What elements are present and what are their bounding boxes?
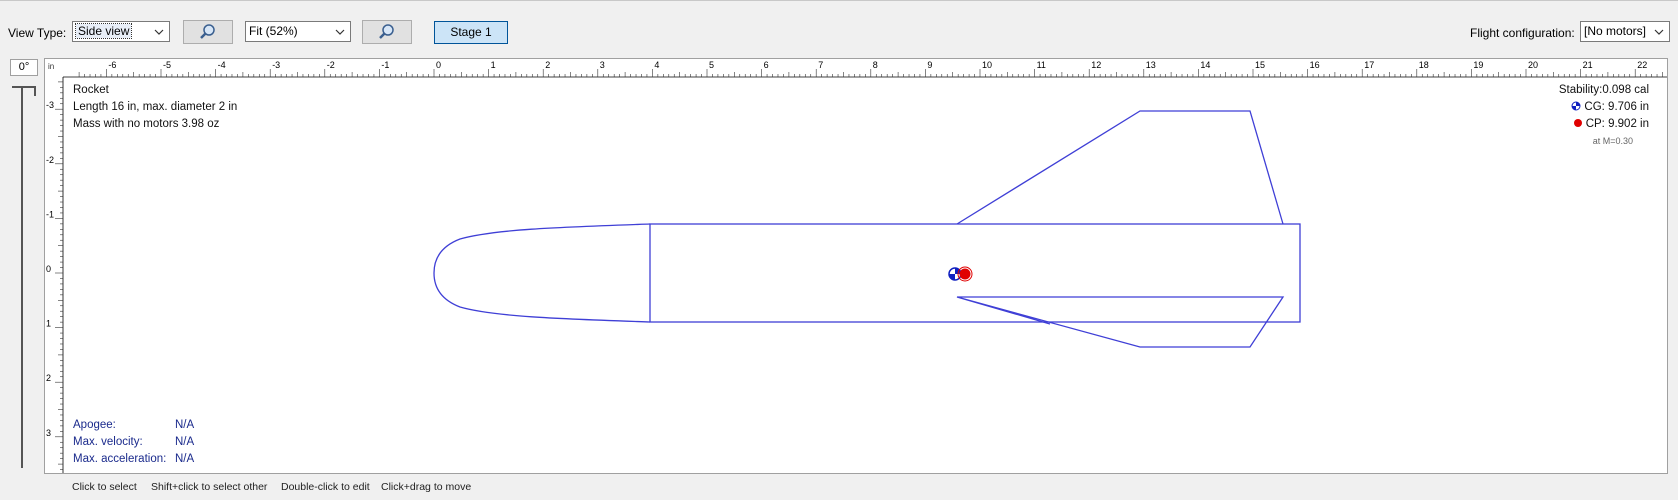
window-top-border: [0, 0, 1678, 1]
rotation-slider-thumb[interactable]: [12, 86, 36, 96]
left-ruler-label: 1: [46, 319, 51, 329]
zoom-select[interactable]: Fit (52%): [245, 21, 351, 42]
hint-click-select: Click to select: [72, 481, 137, 493]
top-ruler-label: 5: [709, 60, 714, 70]
top-ruler-label: 8: [873, 60, 878, 70]
rocket-dimensions: Length 16 in, max. diameter 2 in: [73, 101, 238, 113]
left-ruler-label: 2: [46, 373, 51, 383]
apogee-value: N/A: [175, 419, 195, 431]
top-ruler-label: 15: [1255, 60, 1265, 70]
top-ruler-label: 2: [545, 60, 550, 70]
top-ruler-label: 19: [1473, 60, 1483, 70]
max-acceleration-value: N/A: [175, 453, 195, 465]
zoom-out-button[interactable]: [183, 20, 233, 44]
top-ruler-label: -6: [108, 60, 116, 70]
top-ruler-label: 6: [764, 60, 769, 70]
cg-value: CG: 9.706 in: [1584, 101, 1649, 113]
top-ruler-label: 10: [982, 60, 992, 70]
top-ruler-label: 21: [1583, 60, 1593, 70]
rocket-name: Rocket: [73, 84, 109, 96]
max-velocity-label: Max. velocity:: [73, 436, 143, 448]
top-ruler-label: -3: [272, 60, 280, 70]
rocket-figure-panel[interactable]: in -6 -5 -4 -3 -2 -1 0 1 2 3 4 5 6 7 8 9 10 11 12 13 14 15 16 17…: [44, 58, 1668, 474]
top-ruler-label: 18: [1419, 60, 1429, 70]
ruler-unit-label: in: [48, 62, 54, 71]
top-ruler-label: -2: [327, 60, 335, 70]
left-ruler-label: 3: [46, 428, 51, 438]
cg-icon: [1571, 101, 1581, 111]
top-ruler-label: 11: [1037, 60, 1046, 70]
left-ruler-label: -2: [46, 155, 54, 165]
rotation-slider-track[interactable]: [21, 86, 23, 468]
top-ruler-label: 20: [1528, 60, 1538, 70]
cp-value: CP: 9.902 in: [1585, 118, 1649, 130]
top-ruler-label: 3: [600, 60, 605, 70]
toolbar: View Type: Side view Fit (52%) Stage 1 F…: [0, 18, 1678, 48]
hint-double-click: Double-click to edit: [281, 481, 370, 493]
apogee-label: Apogee:: [73, 419, 116, 431]
chevron-down-icon: [335, 29, 345, 35]
top-ruler-label: -4: [218, 60, 226, 70]
cg-readout: CG: 9.706 in: [1571, 101, 1649, 113]
left-ruler-label: -1: [46, 209, 54, 219]
stability-readout: Stability:0.098 cal: [1558, 84, 1649, 96]
hint-shift-click: Shift+click to select other: [151, 481, 268, 493]
rotation-angle-readout: 0°: [10, 59, 38, 76]
left-ruler-label: -3: [46, 100, 54, 110]
top-ruler-label: 1: [491, 60, 496, 70]
view-type-label: View Type:: [8, 26, 67, 40]
top-ruler-label: 14: [1200, 60, 1210, 70]
top-ruler-label: 22: [1637, 60, 1647, 70]
hint-click-drag: Click+drag to move: [381, 481, 472, 493]
cp-icon: [1573, 119, 1582, 127]
top-ruler-label: -1: [381, 60, 389, 70]
view-type-select[interactable]: Side view: [72, 21, 170, 42]
top-ruler-label: 9: [927, 60, 932, 70]
chevron-down-icon: [154, 29, 164, 35]
stage-1-button[interactable]: Stage 1: [434, 21, 508, 44]
nose-cone[interactable]: [433, 223, 651, 323]
top-ruler-label: 0: [436, 60, 441, 70]
max-velocity-value: N/A: [175, 436, 195, 448]
fin-top[interactable]: [956, 110, 1284, 225]
cp-readout: CP: 9.902 in: [1573, 118, 1649, 130]
mach-note: at M=0.30: [1592, 136, 1633, 146]
magnifier-icon: [379, 24, 394, 39]
magnifier-icon: [200, 24, 215, 39]
top-ruler-label: 13: [1146, 60, 1156, 70]
top-ruler-label: 12: [1091, 60, 1101, 70]
body-tube[interactable]: [649, 223, 1301, 323]
zoom-value: Fit (52%): [249, 24, 298, 38]
zoom-in-button[interactable]: [362, 20, 412, 44]
rocket-mass: Mass with no motors 3.98 oz: [73, 118, 220, 130]
view-type-value: Side view: [74, 23, 133, 39]
top-ruler-label: 4: [654, 60, 659, 70]
left-ruler-label: 0: [46, 264, 51, 274]
rocket-outline[interactable]: [433, 110, 1301, 348]
flight-configuration-label: Flight configuration:: [1470, 26, 1575, 40]
top-ruler-label: 7: [818, 60, 823, 70]
top-ruler-label: 16: [1310, 60, 1320, 70]
rocket-figure-canvas: in -6 -5 -4 -3 -2 -1 0 1 2 3 4 5 6 7 8 9 10 11 12 13 14 15 16 17…: [45, 59, 1667, 473]
chevron-down-icon: [1654, 29, 1664, 35]
top-ruler-label: 17: [1364, 60, 1374, 70]
flight-configuration-value: [No motors]: [1584, 24, 1647, 38]
flight-configuration-select[interactable]: [No motors]: [1580, 21, 1670, 42]
max-acceleration-label: Max. acceleration:: [73, 453, 167, 465]
top-ruler-label: -5: [163, 60, 171, 70]
cp-marker: [957, 266, 973, 282]
